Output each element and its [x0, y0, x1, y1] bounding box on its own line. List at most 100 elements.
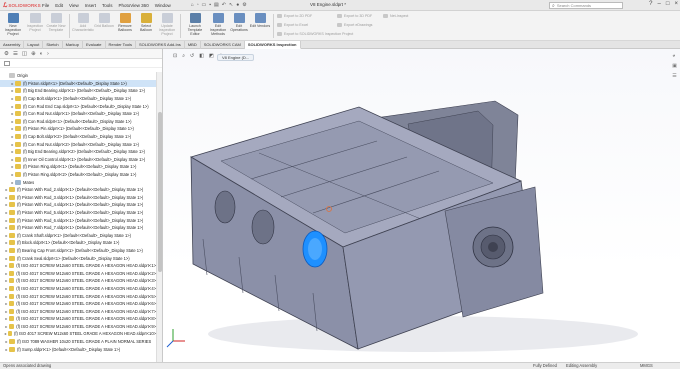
tree-node[interactable]: ▸ (f) Cap Bolt.sldprt<1> (Default<<Defaul… [0, 95, 156, 103]
export-edrawings-button[interactable]: Export eDrawings [337, 23, 372, 27]
options-icon[interactable]: ⚙ [242, 2, 246, 8]
export-excel-button[interactable]: Export to Excel [277, 23, 308, 27]
tree-node[interactable]: ▸ (f) ISO 4017 SCREW M12x60 STEEL GRADE A… [0, 285, 156, 293]
filter-icon[interactable] [4, 60, 10, 66]
expand-arrow-icon[interactable]: ▸ [4, 309, 9, 314]
tree-node[interactable]: ▸ (f) Big End Bearing.sldprt<1> (Default<… [0, 87, 156, 95]
dimxpert-icon[interactable]: ⊕ [31, 51, 36, 57]
add-characteristic-button[interactable]: Add Characteristic [72, 13, 94, 40]
tree-node[interactable]: ▸ (f) Con Rod End Cap.sldprt<1> (Default<… [0, 102, 156, 110]
net-inspect-button[interactable]: Net-Inspect [383, 14, 408, 18]
scrollbar-thumb[interactable] [158, 112, 162, 272]
tab-render-tools[interactable]: Render Tools [106, 41, 137, 49]
tab-sketch[interactable]: Sketch [43, 41, 63, 49]
tree-node[interactable]: ▸ (f) ISO 4017 SCREW M12x60 STEEL GRADE A… [0, 292, 156, 300]
tree-node[interactable]: ▸ (f) Bearing Cap Front.sldprt<1> (Defaul… [0, 247, 156, 255]
tree-node[interactable]: ▸ (f) ISO 7089 WASHER 10x20 STEEL GRADE A… [0, 338, 156, 346]
tree-node[interactable]: ▸ (f) Piston With Rod_3.sldprt<1> (Defaul… [0, 194, 156, 202]
zoom-area-icon[interactable]: ⌕ [182, 53, 185, 59]
engine-block-model[interactable] [163, 49, 680, 362]
view-orientation-icon[interactable]: ◩ [209, 53, 214, 59]
previous-view-icon[interactable]: ↺ [190, 53, 194, 59]
tree-node[interactable]: ▸ (f) Piston Ring.sldprt<1> (Default<<Def… [0, 163, 156, 171]
undo-icon[interactable]: ↶ [222, 2, 226, 8]
menu-tools[interactable]: Tools [102, 3, 113, 8]
select-balloon-button[interactable]: Select Balloon [135, 13, 157, 40]
expand-arrow-icon[interactable]: ▸ [4, 286, 9, 291]
remove-balloons-button[interactable]: Remove Balloons [114, 13, 136, 40]
tree-node[interactable]: ▸ (f) Inner Oil Control.sldprt<1> (Defaul… [0, 156, 156, 164]
tab-inspection[interactable]: SOLIDWORKS Inspection [244, 41, 301, 49]
property-manager-icon[interactable]: ☰ [13, 51, 18, 57]
expand-arrow-icon[interactable]: ▸ [4, 294, 9, 299]
new-inspection-project-button[interactable]: New Inspection Project [2, 13, 24, 40]
tree-node[interactable]: ▸ (f) Con Rod Nut.sldprt<1> (Default<<Def… [0, 110, 156, 118]
edit-operations-button[interactable]: Edit Operations [228, 13, 250, 40]
expand-arrow-icon[interactable]: ▸ [4, 324, 9, 329]
save-icon[interactable]: ▪ [209, 2, 211, 8]
tree-node[interactable]: ▸ (f) Piston With Rod_4.sldprt<1> (Defaul… [0, 201, 156, 209]
tree-node[interactable]: ▸ (f) ISO 4017 SCREW M12x60 STEEL GRADE A… [0, 315, 156, 323]
expand-arrow-icon[interactable]: ▸ [4, 278, 9, 283]
menu-edit[interactable]: Edit [55, 3, 63, 8]
edit-vendors-button[interactable]: Edit Vendors [249, 13, 271, 40]
section-view-icon[interactable]: ◧ [199, 53, 204, 59]
new-icon[interactable]: ▫ [197, 2, 199, 8]
tree-node[interactable]: ▸ (f) Piston With Rod_5.sldprt<1> (Defaul… [0, 209, 156, 217]
expand-arrow-icon[interactable]: ▸ [4, 316, 9, 321]
units-selector[interactable]: MMGS [640, 363, 653, 368]
tree-node[interactable]: Origin [0, 72, 156, 80]
tree-node[interactable]: ▸ (f) Crank Shaft.sldprt<1> (Default<<Def… [0, 231, 156, 239]
menu-insert[interactable]: Insert [85, 3, 96, 8]
tree-node[interactable]: ▸ Mates [0, 178, 156, 186]
minimize-icon[interactable]: – [658, 1, 661, 7]
tree-node[interactable]: ▸ (f) Piston.sldprt<1> (Default<<Default>… [0, 79, 156, 88]
export-inspection-project-button[interactable]: Export to SOLIDWORKS Inspection Project [277, 32, 353, 36]
tree-node[interactable]: ▸ (f) ISO 4017 SCREW M12x60 STEEL GRADE A… [0, 300, 156, 308]
appearance-icon[interactable]: ◕ [672, 53, 677, 59]
inspection-project-button[interactable]: Inspection Project [24, 13, 46, 40]
tab-markup[interactable]: Markup [63, 41, 83, 49]
tree-node[interactable]: ▸ (f) Sump.sldprt<1> (Default<<Default>_D… [0, 345, 156, 353]
tree-node[interactable]: ▸ (f) ISO 4017 SCREW M12x60 STEEL GRADE A… [0, 277, 156, 285]
maximize-icon[interactable]: □ [666, 1, 670, 7]
app-logo[interactable]: ℒ SOLIDWORKS [0, 2, 41, 9]
close-icon[interactable]: × [674, 1, 678, 7]
zoom-to-fit-icon[interactable]: ⊡ [173, 53, 177, 59]
tab-layout[interactable]: Layout [24, 41, 44, 49]
rebuild-icon[interactable]: ● [236, 2, 239, 8]
tree-node[interactable]: ▸ (f) Piston Ring.sldprt<2> (Default<<Def… [0, 171, 156, 179]
tree-node[interactable]: ▸ (f) Con Rod.sldprt<1> (Default<<Default… [0, 118, 156, 126]
tree-node[interactable]: ▸ (f) Con Rod Nut.sldprt<2> (Default<<Def… [0, 140, 156, 148]
graphics-viewport[interactable]: ⊡ ⌕ ↺ ◧ ◩ ◉ V8 Engine (D... ◕ ▣ ☰ [163, 49, 680, 362]
view-settings-icon[interactable]: ☰ [672, 73, 677, 79]
export-3d-pdf-button[interactable]: Export to 3D PDF [337, 14, 372, 18]
tab-mbd[interactable]: MBD [185, 41, 201, 49]
tab-addins[interactable]: SOLIDWORKS Add-Ins [136, 41, 185, 49]
update-project-button[interactable]: Update Inspection Project [156, 13, 178, 40]
help-icon[interactable]: ? [649, 1, 652, 7]
display-manager-icon[interactable]: ◐ [40, 51, 43, 57]
tree-scrollbar[interactable] [156, 72, 162, 362]
configuration-manager-icon[interactable]: ◫ [22, 51, 27, 57]
tree-node[interactable]: ▸ (f) Cap Bolt.sldprt<2> (Default<<Defaul… [0, 133, 156, 141]
launch-template-editor-button[interactable]: Launch Template Editor [184, 13, 206, 40]
select-icon[interactable]: ↖ [229, 2, 233, 8]
tree-node[interactable]: ▸ (f) Piston With Rod_7.sldprt<1> (Defaul… [0, 224, 156, 232]
feature-manager-icon[interactable]: ⚙ [4, 51, 9, 57]
tree-node[interactable]: ▸ (f) Piston With Rod_6.sldprt<1> (Defaul… [0, 216, 156, 224]
tree-node[interactable]: ▸ (f) Big End Bearing.sldprt<2> (Default<… [0, 148, 156, 156]
expand-arrow-icon[interactable]: ▸ [4, 271, 9, 276]
scene-icon[interactable]: ▣ [672, 63, 677, 69]
menu-file[interactable]: File [42, 3, 49, 8]
tree-node[interactable]: ▸ (f) ISO 4017 SCREW M12x60 STEEL GRADE A… [0, 330, 156, 338]
tree-node[interactable]: ▸ (f) Piston Pin.sldprt<1> (Default<<Defa… [0, 125, 156, 133]
tree-node[interactable]: ▸ (f) Piston With Rod_2.sldprt<1> (Defaul… [0, 186, 156, 194]
tree-node[interactable]: ▸ (f) ISO 4017 SCREW M12x60 STEEL GRADE A… [0, 269, 156, 277]
tree-node[interactable]: ▸ (f) ISO 4017 SCREW M12x60 STEEL GRADE A… [0, 323, 156, 331]
tree-node[interactable]: ▸ (f) ISO 4017 SCREW M12x60 STEEL GRADE A… [0, 262, 156, 270]
menu-view[interactable]: View [69, 3, 79, 8]
tab-cam[interactable]: SOLIDWORKS CAM [201, 41, 245, 49]
print-icon[interactable]: ▤ [214, 2, 219, 8]
edit-inspection-methods-button[interactable]: Edit Inspection Methods [207, 13, 229, 40]
